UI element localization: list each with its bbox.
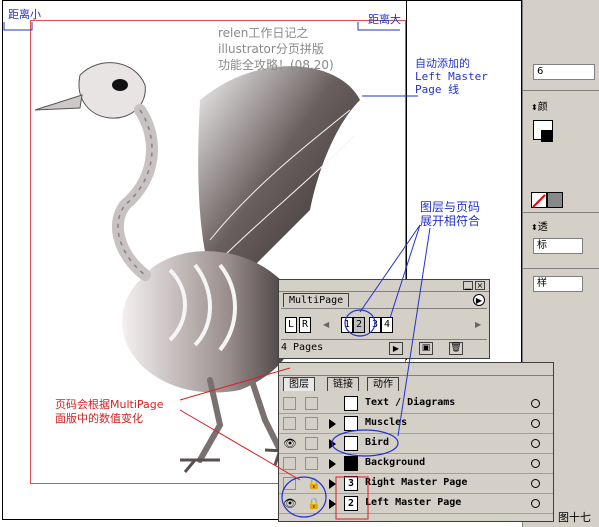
bird-layer-highlight-circle [331, 429, 399, 457]
figure-caption: 图十七 [558, 511, 591, 524]
master-layers-highlight-circle [281, 476, 327, 518]
page-highlight-circle [344, 309, 376, 337]
annotation-overlay [179, 224, 431, 520]
